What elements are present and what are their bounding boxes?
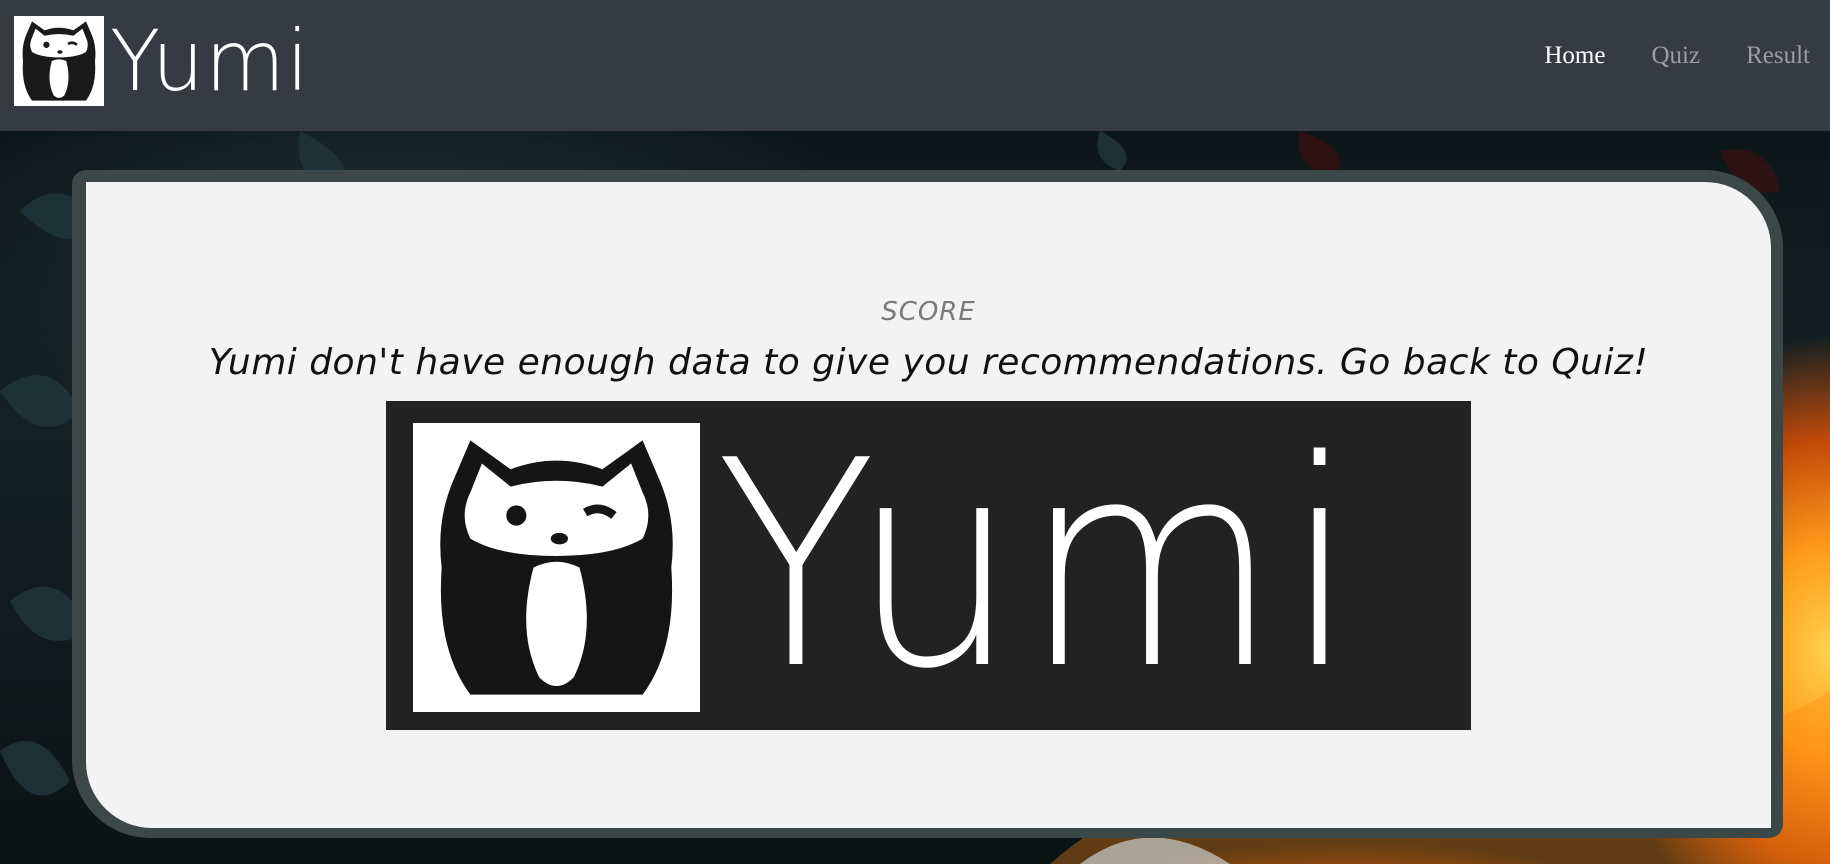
nav-result-link[interactable]: Result	[1746, 42, 1810, 70]
result-card: SCORE Yumi don't have enough data to giv…	[86, 182, 1771, 828]
nav-quiz-link[interactable]: Quiz	[1651, 42, 1700, 70]
nav-home-link[interactable]: Home	[1544, 42, 1605, 70]
brand-name: Yumi	[110, 12, 310, 110]
yumi-mascot-logo-icon	[14, 16, 104, 106]
banner-logo-text: Yumi	[716, 400, 1363, 732]
result-message: Yumi don't have enough data to give you …	[208, 342, 1649, 383]
yumi-banner-logo: Yumi	[386, 401, 1471, 730]
navbar: Yumi Home Quiz Result	[0, 0, 1830, 131]
score-heading: SCORE	[881, 297, 976, 327]
yumi-mascot-icon	[413, 423, 700, 712]
nav-menu: Home Quiz Result	[1544, 0, 1830, 112]
brand-link[interactable]: Yumi	[14, 16, 314, 106]
